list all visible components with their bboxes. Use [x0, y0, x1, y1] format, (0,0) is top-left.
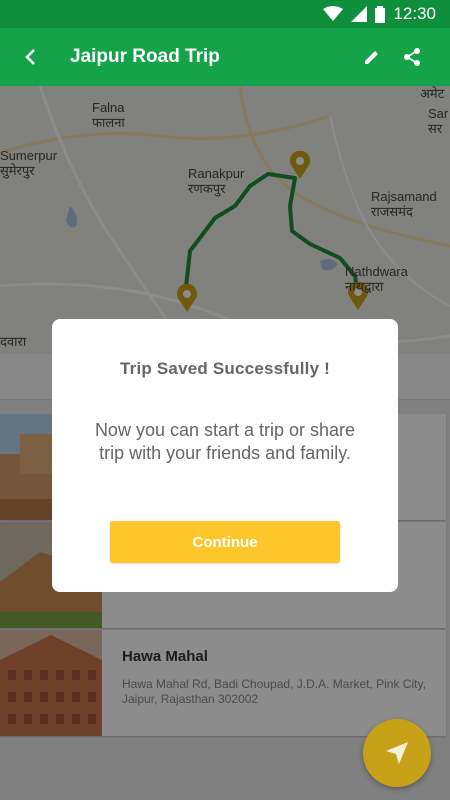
- page-title: Jaipur Road Trip: [70, 46, 220, 67]
- back-button[interactable]: [0, 28, 60, 86]
- dialog-title: Trip Saved Successfully !: [119, 359, 331, 378]
- signal-icon: [351, 6, 368, 22]
- battery-icon: [375, 5, 386, 23]
- pencil-icon: [365, 51, 378, 64]
- success-dialog: Trip Saved Successfully ! Now you can st…: [52, 319, 398, 592]
- chevron-left-icon: [25, 49, 35, 65]
- navigation-arrow-icon: [386, 742, 408, 764]
- dialog-message: Now you can start a trip or share trip w…: [94, 420, 356, 463]
- continue-button[interactable]: Continue: [110, 521, 340, 563]
- app-bar: Jaipur Road Trip: [0, 28, 450, 86]
- edit-button[interactable]: [352, 28, 392, 86]
- share-icon: [404, 48, 420, 66]
- wifi-icon: [323, 6, 344, 21]
- status-bar: 12:30: [0, 0, 450, 28]
- status-time: 12:30: [393, 4, 436, 23]
- navigate-fab[interactable]: [363, 719, 431, 787]
- share-button[interactable]: [392, 28, 432, 86]
